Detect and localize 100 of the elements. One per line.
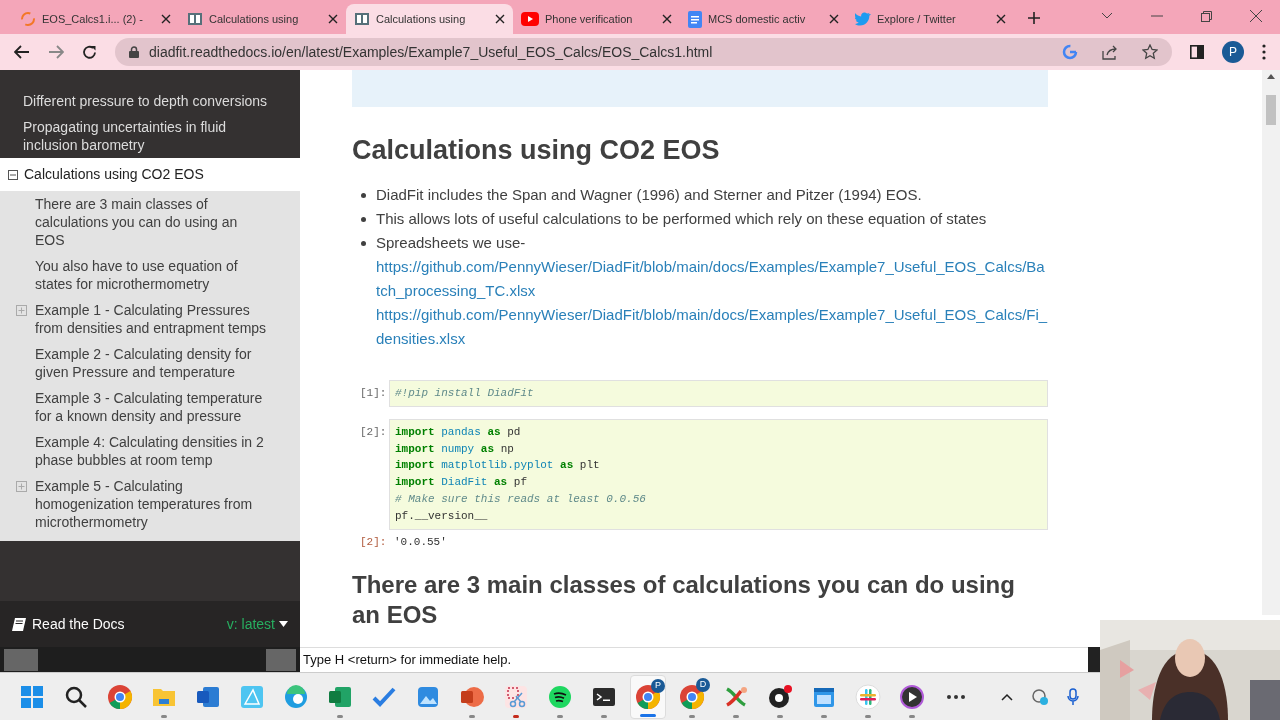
url-text: diadfit.readthedocs.io/en/latest/Examples/Example7_Useful_EOS_Calcs/EOS_Calcs1.html (149, 42, 714, 62)
music-app-icon[interactable] (547, 683, 573, 710)
code-cell[interactable]: #!pip install DiadFit (389, 380, 1048, 407)
play-logo-icon (521, 12, 539, 26)
sidebar-item[interactable]: Example 3 - Calculating temperature for a known density and pressure (35, 389, 267, 425)
sidebar-item[interactable]: Different pressure to depth conversions (0, 88, 300, 114)
book-icon (12, 617, 26, 631)
tab-title: Phone verification (545, 11, 634, 27)
output-text: '0.0.55' (394, 534, 447, 550)
browser-tab[interactable]: MCS domestic activ (680, 4, 847, 34)
sidebar-item[interactable]: Example 5 - Calculating homogenization temperatures from microthermometry (35, 477, 267, 531)
browser-tab[interactable]: Calculations using (179, 4, 346, 34)
hash-app-icon[interactable] (855, 683, 881, 710)
spreadsheet-link[interactable]: https://github.com/PennyWieser/DiadFit/blob/main/docs/Examples/Example7_Useful_EOS_Calcs/Fi_densities.xlsx (376, 303, 1048, 351)
scroll-thumb[interactable] (1266, 95, 1276, 125)
close-icon[interactable] (829, 14, 839, 24)
read-the-docs-label[interactable]: Read the Docs (32, 613, 221, 635)
browser-tab[interactable]: Phone verification (513, 4, 680, 34)
running-indicator (557, 714, 563, 718)
profile-avatar[interactable]: P (1222, 41, 1244, 63)
new-tab-icon[interactable] (1028, 12, 1040, 24)
sidebar-item[interactable]: Example 4: Calculating densities in 2 phase bubbles at room temp (35, 433, 267, 469)
taskbar-button[interactable]: D (674, 674, 710, 719)
page-heading: Calculations using CO2 EOS (352, 134, 721, 167)
version-selector[interactable]: v: latest (226, 613, 288, 635)
bird-icon (855, 12, 871, 26)
close-icon[interactable] (328, 14, 338, 24)
chevron-up-icon[interactable] (1001, 692, 1013, 701)
tab-title: EOS_Calcs1.i... (2) - (42, 11, 144, 27)
restore-icon[interactable] (1201, 10, 1212, 22)
scissors-icon[interactable] (503, 683, 529, 710)
output-prompt: [2]: (359, 534, 388, 550)
taskbar-button[interactable]: P (630, 674, 666, 719)
record-app-icon[interactable] (767, 683, 793, 710)
ring-logo-icon (20, 11, 36, 27)
close-icon[interactable] (662, 14, 672, 24)
running-indicator (865, 714, 871, 718)
running-indicator (777, 714, 783, 718)
profile-badge: D (696, 677, 710, 692)
scrollbar[interactable] (1262, 70, 1280, 615)
document-icon (688, 10, 702, 28)
scroll-thumb[interactable] (4, 648, 38, 671)
input-prompt: [2]: (359, 424, 388, 440)
running-indicator (601, 714, 607, 718)
running-indicator (821, 714, 827, 718)
microphone-icon[interactable] (1067, 687, 1079, 706)
running-indicator (337, 714, 343, 718)
scroll-corner (1088, 647, 1100, 672)
browser-icon[interactable] (107, 683, 133, 710)
close-icon[interactable] (996, 14, 1006, 24)
close-icon[interactable] (495, 14, 505, 24)
code-cell[interactable]: import pandas as pd import numpy as np import matplotlib.pyplot as plt import DiadFit as pf # Make sure this reads at least 0.0.56 pf.__version__ (389, 418, 1048, 530)
tab-title: Explore / Twitter (877, 11, 957, 27)
share-icon[interactable] (1102, 44, 1118, 60)
book-icon (187, 11, 203, 27)
running-indicator (733, 714, 739, 718)
bullet-text: Spreadsheets we use- (376, 234, 526, 251)
running-indicator (161, 714, 167, 718)
address-field[interactable]: diadfit.readthedocs.io/en/latest/Examples/Example7_Useful_EOS_Calcs/EOS_Calcs1.html (115, 38, 1172, 66)
browser-tab[interactable]: EOS_Calcs1.i... (2) - (12, 4, 179, 34)
book-icon (354, 11, 370, 27)
bullet-text: DiadFit includes the Span and Wagner (1996) and Sterner and Pitzer (1994) EOS. (376, 186, 922, 203)
reload-icon[interactable] (82, 44, 97, 60)
tab-title: MCS domestic activ (708, 11, 807, 27)
help-hint-text: Type H <return> for immediate help. (303, 651, 512, 670)
tab-search-icon[interactable] (1101, 12, 1113, 20)
side-panel-icon[interactable] (1190, 45, 1204, 59)
caret-icon (279, 621, 288, 627)
play-icon[interactable] (899, 683, 925, 710)
windows-start-icon[interactable] (19, 683, 45, 710)
bullet-text: This allows lots of useful calculations to be performed which rely on these equation of states (376, 210, 987, 227)
browser-tab[interactable]: Explore / Twitter (847, 4, 1014, 34)
collapse-icon[interactable] (8, 169, 18, 180)
tab-title: Calculations using (209, 11, 300, 27)
running-indicator (909, 714, 915, 718)
back-icon[interactable] (14, 45, 30, 59)
close-icon[interactable] (161, 14, 171, 24)
profile-badge: P (651, 678, 665, 693)
sidebar-item[interactable]: Example 2 - Calculating density for given Pressure and temperature (35, 345, 267, 381)
browser-tab[interactable]: Calculations using (346, 4, 513, 34)
forward-icon[interactable] (48, 45, 64, 59)
tab-title: Calculations using (376, 11, 467, 27)
tray-app-icon[interactable] (1031, 687, 1049, 706)
scroll-up-icon[interactable] (1267, 74, 1275, 79)
running-indicator (689, 714, 695, 718)
running-indicator (640, 713, 656, 717)
running-indicator (469, 714, 475, 718)
wave-browser-icon[interactable] (283, 683, 309, 710)
section-heading: There are 3 main classes of calculations you can do using an EOS (352, 570, 1016, 631)
input-prompt: [1]: (359, 386, 388, 401)
scroll-thumb[interactable] (266, 648, 296, 671)
sidebar-item[interactable]: Propagating uncertainties in fluid inclusion barometry (0, 114, 300, 158)
sidebar-item[interactable]: Example 1 - Calculating Pressures from densities and entrapment temps (35, 301, 267, 337)
star-icon[interactable] (1142, 44, 1158, 60)
sidebar-item[interactable]: There are 3 main classes of calculations you can do using an EOS (35, 195, 267, 249)
sidebar-item[interactable]: You also have to use equation of states for microthermometry (35, 257, 267, 293)
menu-icon[interactable] (1262, 44, 1266, 60)
browser-icon[interactable] (635, 683, 661, 710)
running-indicator (513, 714, 519, 718)
browser-icon[interactable] (679, 683, 705, 710)
